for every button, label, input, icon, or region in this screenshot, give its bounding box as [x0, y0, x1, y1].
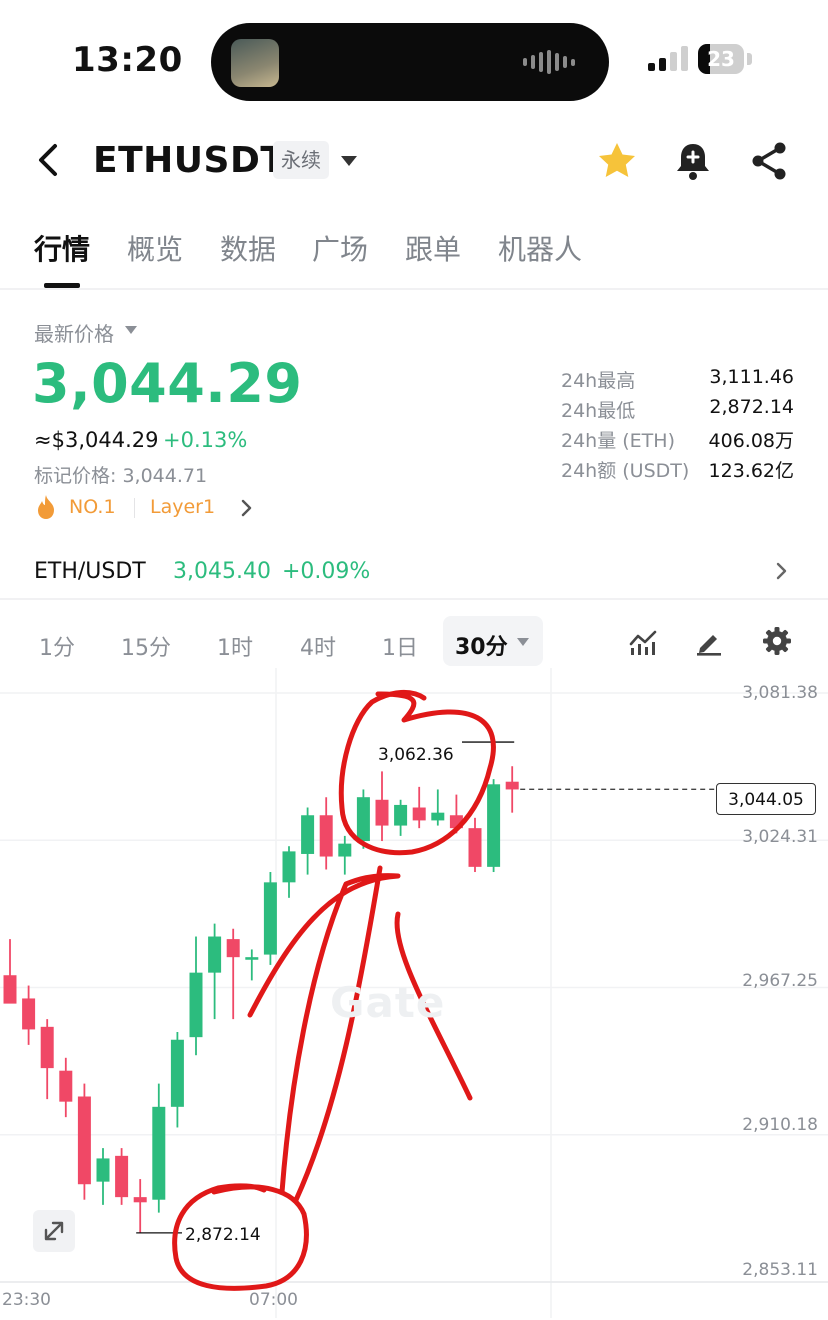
rank-tag[interactable]: NO.1: [69, 496, 116, 518]
candle-body: [431, 812, 445, 821]
fullscreen-expand-icon[interactable]: [33, 1210, 75, 1252]
mark-price: 标记价格: 3,044.71: [34, 465, 208, 487]
candle-body: [301, 815, 315, 854]
candle-body: [152, 1106, 166, 1200]
x-axis-label: 07:00: [249, 1290, 298, 1310]
candle-body: [394, 804, 408, 826]
candle-body: [319, 815, 333, 857]
candle-body: [189, 972, 203, 1038]
spot-change[interactable]: +0.09%: [282, 559, 370, 584]
candle-body: [59, 1070, 73, 1102]
candle-body: [115, 1155, 129, 1198]
y-axis-label: 2,853.11: [742, 1260, 818, 1280]
caret-down-icon[interactable]: [124, 325, 138, 335]
stat-label-24h-high: 24h最高: [561, 370, 636, 392]
price-alert-bell-icon[interactable]: [670, 138, 716, 184]
battery-icon: 23: [698, 44, 744, 74]
tab-data[interactable]: 数据: [220, 228, 276, 268]
interval-30m-selected[interactable]: 30分: [455, 629, 508, 661]
y-axis-label: 3,024.31: [742, 827, 818, 847]
y-axis-label: 2,910.18: [742, 1115, 818, 1135]
audio-waveform-icon: [523, 50, 575, 74]
stat-value-24h-low: 2,872.14: [709, 396, 794, 418]
stat-value-24h-volume: 406.08万: [708, 430, 794, 452]
tab-overview[interactable]: 概览: [127, 228, 183, 268]
handwritten-arrow-line: [293, 865, 383, 1203]
candle-body: [375, 799, 389, 826]
share-icon[interactable]: [746, 138, 792, 184]
stat-value-24h-turnover: 123.62亿: [708, 460, 794, 482]
caret-down-icon[interactable]: [516, 637, 530, 647]
divider: [0, 598, 828, 600]
now-playing-artwork: [231, 39, 279, 87]
candle-body: [3, 975, 17, 1004]
tag-separator: [134, 498, 135, 518]
candle-body: [40, 1026, 54, 1069]
contract-type-badge[interactable]: 永续: [273, 141, 329, 179]
spot-pair[interactable]: ETH/USDT: [34, 559, 146, 584]
back-icon[interactable]: [30, 140, 70, 180]
candle-body: [77, 1096, 91, 1185]
x-axis-label: 23:30: [2, 1290, 51, 1310]
spot-price[interactable]: 3,045.40: [173, 559, 271, 584]
flame-icon: [38, 495, 54, 519]
interval-15m[interactable]: 15分: [121, 630, 171, 662]
candle-body: [263, 882, 277, 955]
category-tag[interactable]: Layer1: [150, 496, 215, 518]
dynamic-island: [211, 23, 609, 101]
tab-bots[interactable]: 机器人: [498, 228, 582, 268]
stat-label-24h-turnover: 24h额 (USDT): [561, 460, 690, 482]
usd-equivalent: ≈$3,044.29: [34, 428, 159, 452]
chevron-down-icon[interactable]: [338, 152, 360, 170]
interval-1h[interactable]: 1时: [217, 630, 253, 662]
indicators-icon[interactable]: [628, 628, 658, 656]
drawing-pen-icon[interactable]: [694, 628, 724, 656]
divider: [0, 288, 828, 290]
low-price-callout: 2,872.14: [185, 1225, 261, 1245]
battery-level: 23: [707, 47, 735, 71]
y-axis-label: 2,967.25: [742, 971, 818, 991]
status-time: 13:20: [72, 40, 183, 80]
interval-4h[interactable]: 4时: [300, 630, 336, 662]
price-change-percent: +0.13%: [163, 428, 248, 452]
candle-body: [412, 807, 426, 821]
candle-body: [226, 939, 240, 958]
gear-icon[interactable]: [762, 626, 792, 656]
chevron-right-icon[interactable]: [770, 558, 792, 584]
contract-symbol[interactable]: ETHUSDT: [93, 140, 285, 181]
candle-body: [468, 828, 482, 867]
stat-label-24h-low: 24h最低: [561, 400, 636, 422]
stat-value-24h-high: 3,111.46: [709, 366, 794, 388]
candle-body: [245, 957, 259, 960]
exchange-watermark: Gate: [330, 978, 446, 1027]
tab-copy-trading[interactable]: 跟单: [405, 228, 461, 268]
battery-cap: [747, 53, 752, 65]
candle-body: [505, 781, 519, 790]
latest-price-label[interactable]: 最新价格: [34, 318, 114, 347]
interval-1d[interactable]: 1日: [382, 630, 418, 662]
tab-square[interactable]: 广场: [312, 228, 368, 268]
candle-body: [356, 797, 370, 842]
interval-1m[interactable]: 1分: [39, 630, 75, 662]
candle-body: [208, 936, 222, 973]
stat-label-24h-volume: 24h量 (ETH): [561, 430, 675, 452]
chevron-right-icon[interactable]: [236, 496, 256, 520]
cellular-signal-icon: [648, 46, 688, 71]
current-price-marker: 3,044.05: [716, 783, 816, 815]
candle-body: [133, 1197, 147, 1203]
last-price: 3,044.29: [32, 352, 303, 415]
candle-body: [22, 998, 36, 1030]
candle-body: [487, 784, 501, 867]
candle-body: [338, 843, 352, 857]
y-axis-label: 3,081.38: [742, 683, 818, 703]
candle-body: [282, 851, 296, 883]
candle-body: [96, 1158, 110, 1182]
candle-body: [170, 1039, 184, 1107]
tab-market[interactable]: 行情: [34, 228, 90, 268]
favorite-star-icon[interactable]: [594, 138, 640, 184]
high-price-callout: 3,062.36: [378, 745, 454, 765]
